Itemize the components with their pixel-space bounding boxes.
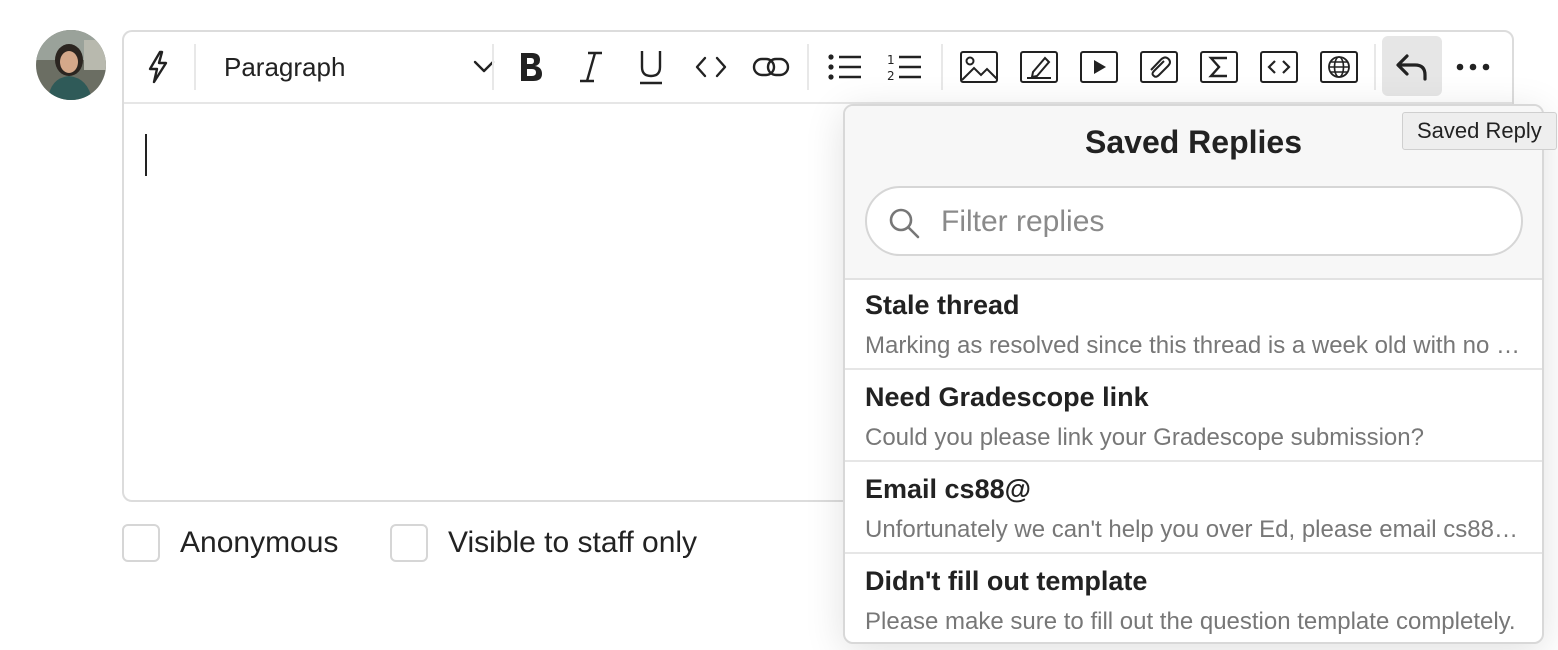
toolbar-divider	[1374, 44, 1376, 90]
toolbar-divider	[941, 44, 943, 90]
paragraph-style-label: Paragraph	[224, 51, 346, 82]
saved-reply-item[interactable]: Didn't fill out template Please make sur…	[845, 554, 1542, 642]
staff-only-option[interactable]: Visible to staff only	[390, 522, 697, 564]
inline-code-icon[interactable]	[688, 32, 734, 102]
anonymous-label: Anonymous	[180, 526, 339, 559]
text-cursor	[145, 134, 147, 176]
saved-reply-tooltip: Saved Reply	[1402, 112, 1557, 150]
bold-icon[interactable]	[508, 32, 554, 102]
saved-reply-item[interactable]: Email cs88@ Unfortunately we can't help …	[845, 462, 1542, 554]
saved-reply-preview: Unfortunately we can't help you over Ed,…	[865, 516, 1521, 543]
more-icon[interactable]	[1450, 32, 1496, 102]
svg-text:2: 2	[887, 69, 895, 82]
numbered-list-icon[interactable]: 12	[882, 32, 928, 102]
saved-reply-title: Need Gradescope link	[865, 382, 1149, 412]
drawing-icon[interactable]	[1016, 32, 1062, 102]
attachment-icon[interactable]	[1136, 32, 1182, 102]
lightning-icon[interactable]	[138, 32, 178, 102]
avatar[interactable]	[36, 30, 106, 100]
link-icon[interactable]	[748, 32, 794, 102]
staff-only-checkbox[interactable]	[390, 524, 428, 562]
user-photo	[36, 30, 106, 100]
embed-code-icon[interactable]	[1256, 32, 1302, 102]
reply-icon[interactable]	[1382, 32, 1442, 102]
video-icon[interactable]	[1076, 32, 1122, 102]
anonymous-checkbox[interactable]	[122, 524, 160, 562]
saved-reply-title: Stale thread	[865, 290, 1020, 320]
saved-reply-item[interactable]: Stale thread Marking as resolved since t…	[845, 278, 1542, 370]
staff-only-label: Visible to staff only	[448, 526, 698, 559]
saved-reply-item[interactable]: Need Gradescope link Could you please li…	[845, 370, 1542, 462]
italic-icon[interactable]	[568, 32, 614, 102]
saved-reply-title: Email cs88@	[865, 474, 1031, 504]
saved-reply-preview: Please make sure to fill out the questio…	[865, 608, 1516, 635]
saved-replies-popup: Saved Replies Stale thread Marking as re…	[843, 104, 1544, 644]
svg-text:1: 1	[887, 53, 895, 67]
filter-replies-box[interactable]	[865, 186, 1523, 256]
bullet-list-icon[interactable]	[822, 32, 868, 102]
saved-reply-preview: Marking as resolved since this thread is…	[865, 332, 1521, 359]
saved-reply-title: Didn't fill out template	[865, 566, 1148, 596]
math-icon[interactable]	[1196, 32, 1242, 102]
image-icon[interactable]	[956, 32, 1002, 102]
underline-icon[interactable]	[628, 32, 674, 102]
anonymous-option[interactable]: Anonymous	[122, 522, 338, 564]
web-icon[interactable]	[1316, 32, 1362, 102]
toolbar-divider	[807, 44, 809, 90]
toolbar-divider	[492, 44, 494, 90]
editor-toolbar: Paragraph 12	[124, 32, 1512, 104]
search-icon	[887, 206, 921, 245]
filter-replies-input[interactable]	[939, 198, 1503, 246]
saved-reply-preview: Could you please link your Gradescope su…	[865, 424, 1424, 451]
paragraph-style-select[interactable]: Paragraph	[196, 32, 496, 102]
